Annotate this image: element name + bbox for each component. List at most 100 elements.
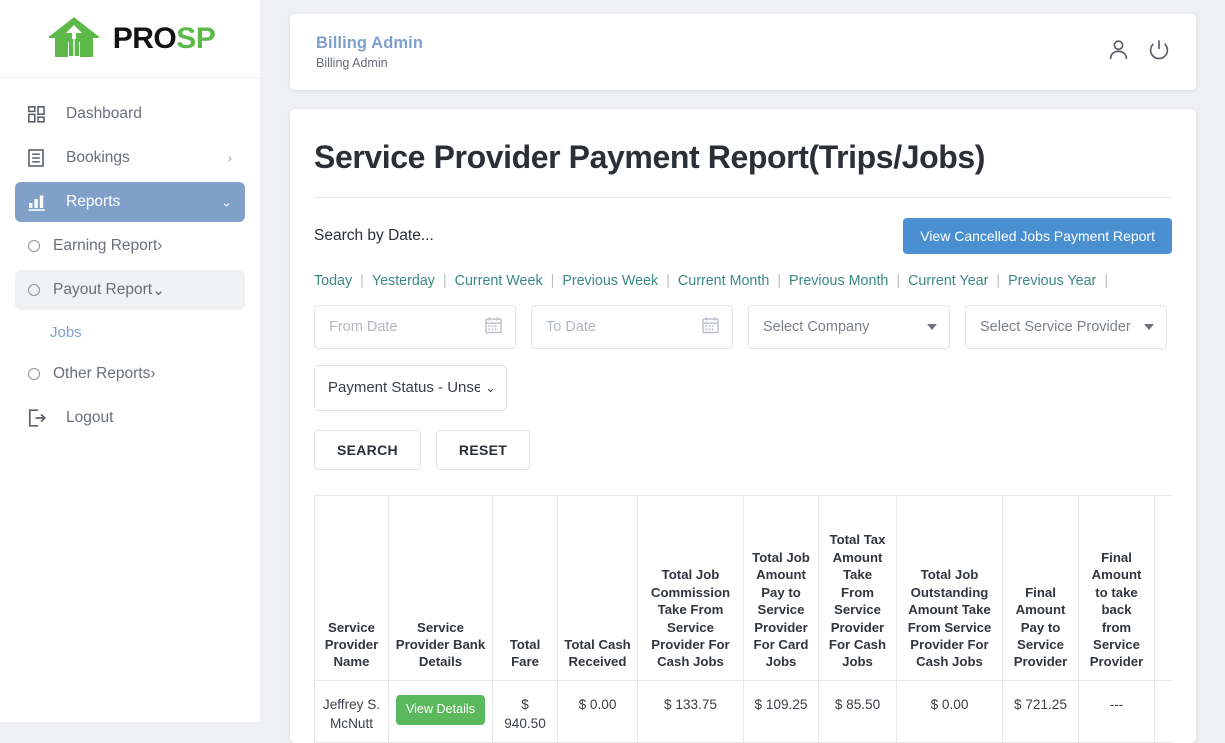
calendar-icon[interactable] — [702, 316, 719, 337]
search-button[interactable]: SEARCH — [314, 430, 421, 470]
chevron-down-icon: ⌄ — [152, 281, 165, 300]
chevron-right-icon: › — [228, 152, 232, 165]
date-tab-separator: | — [896, 273, 900, 289]
sidebar-nav: Dashboard Bookings › — [0, 78, 260, 438]
sidebar-subitem-label: Other Reports — [53, 365, 150, 383]
sidebar-item-dashboard[interactable]: Dashboard — [15, 94, 245, 134]
payment-status-value: Payment Status - Unsettled — [328, 379, 480, 396]
date-tab-current-year[interactable]: Current Year — [908, 273, 988, 289]
th-total-tax-amount-cash[interactable]: Total Tax Amount Take From Service Provi… — [819, 495, 897, 680]
chevron-right-icon: › — [157, 237, 162, 255]
cell-provider-name: Jeffrey S. McNutt — [315, 680, 389, 743]
cell-payment-status: Unsettled [ Do Settlement ] — [1155, 680, 1173, 743]
main-area: Billing Admin Billing Admin Service Prov… — [260, 0, 1225, 722]
cell-final-take-back: --- — [1079, 680, 1155, 743]
chevron-down-icon: ⌄ — [221, 196, 232, 209]
from-date-field[interactable]: From Date — [314, 305, 516, 349]
date-tab-current-month[interactable]: Current Month — [678, 273, 769, 289]
payment-status-dropdown[interactable]: Payment Status - Unsettled ⌄ — [314, 365, 507, 411]
from-date-placeholder: From Date — [329, 319, 398, 335]
date-tab-previous-year[interactable]: Previous Year — [1008, 273, 1096, 289]
date-tab-separator: | — [777, 273, 781, 289]
th-service-provider-payment-status[interactable]: Service Provider Payment Status — [1155, 495, 1173, 680]
logo-text-sp: SP — [176, 22, 215, 55]
grid-icon — [28, 104, 52, 124]
date-tab-separator: | — [551, 273, 555, 289]
sidebar-item-earning-report[interactable]: Earning Report › — [15, 226, 245, 266]
table-header-row: Service Provider Name Service Provider B… — [315, 495, 1173, 680]
th-service-provider-name[interactable]: Service Provider Name — [315, 495, 389, 680]
date-tab-yesterday[interactable]: Yesterday — [372, 273, 435, 289]
page-title: Service Provider Payment Report(Trips/Jo… — [314, 139, 1172, 198]
action-buttons: SEARCH RESET — [314, 430, 1172, 470]
select-company-dropdown[interactable]: Select Company — [748, 305, 950, 349]
sidebar-item-other-reports[interactable]: Other Reports › — [15, 354, 245, 394]
circle-icon — [28, 368, 40, 380]
cell-commission-cash-jobs: $ 133.75 — [638, 680, 744, 743]
date-tab-current-week[interactable]: Current Week — [455, 273, 543, 289]
date-tab-separator: | — [1104, 273, 1108, 289]
th-service-provider-bank-details[interactable]: Service Provider Bank Details — [389, 495, 493, 680]
sidebar-item-logout[interactable]: Logout — [15, 398, 245, 438]
filters-row: From Date — [314, 305, 1172, 349]
chevron-right-icon: › — [150, 365, 155, 383]
circle-icon — [28, 284, 40, 296]
sidebar-logo[interactable]: PROSP — [0, 0, 260, 78]
document-icon — [28, 148, 52, 168]
th-total-job-commission-cash[interactable]: Total Job Commission Take From Service P… — [638, 495, 744, 680]
sidebar-item-bookings[interactable]: Bookings › — [15, 138, 245, 178]
date-tab-separator: | — [666, 273, 670, 289]
sidebar-item-reports[interactable]: Reports ⌄ — [15, 182, 245, 222]
cell-final-pay: $ 721.25 — [1003, 680, 1079, 743]
sidebar-item-label: Bookings — [66, 149, 130, 167]
do-settlement-link[interactable]: [ Do Settlement ] — [1161, 714, 1172, 733]
sidebar-leaf-label: Jobs — [50, 324, 82, 341]
view-cancelled-jobs-payment-report-button[interactable]: View Cancelled Jobs Payment Report — [903, 218, 1172, 254]
th-final-amount-take-back[interactable]: Final Amount to take back from Service P… — [1079, 495, 1155, 680]
select-service-provider-dropdown[interactable]: Select Service Provider — [965, 305, 1167, 349]
topbar-subtitle: Billing Admin — [316, 56, 1108, 70]
th-final-amount-pay[interactable]: Final Amount Pay to Service Provider — [1003, 495, 1079, 680]
topbar: Billing Admin Billing Admin — [290, 14, 1196, 90]
sidebar: PROSP Dashboard — [0, 0, 260, 722]
sidebar-subitem-label: Earning Report — [53, 237, 157, 255]
to-date-placeholder: To Date — [546, 319, 596, 335]
filters-row-2: Payment Status - Unsettled ⌄ — [314, 365, 1172, 411]
th-total-cash-received[interactable]: Total Cash Received — [558, 495, 638, 680]
th-total-job-outstanding-cash[interactable]: Total Job Outstanding Amount Take From S… — [897, 495, 1003, 680]
view-details-button[interactable]: View Details — [396, 695, 485, 725]
report-table-container[interactable]: Service Provider Name Service Provider B… — [314, 495, 1172, 743]
chevron-down-icon: ⌄ — [485, 380, 496, 396]
cell-total-cash-received: $ 0.00 — [558, 680, 638, 743]
date-tab-separator: | — [443, 273, 447, 289]
sidebar-item-jobs[interactable]: Jobs — [0, 314, 260, 350]
th-total-job-amount-card[interactable]: Total Job Amount Pay to Service Provider… — [744, 495, 819, 680]
sidebar-item-payout-report[interactable]: Payout Report ⌄ — [15, 270, 245, 310]
reset-button[interactable]: RESET — [436, 430, 530, 470]
house-icon — [45, 12, 103, 65]
sidebar-item-label: Dashboard — [66, 105, 142, 123]
sidebar-subitem-label: Payout Report — [53, 281, 152, 299]
cell-total-fare: $ 940.50 — [493, 680, 558, 743]
th-total-fare[interactable]: Total Fare — [493, 495, 558, 680]
to-date-field[interactable]: To Date — [531, 305, 733, 349]
calendar-icon[interactable] — [485, 316, 502, 337]
date-tab-previous-week[interactable]: Previous Week — [562, 273, 658, 289]
cell-tax-cash-jobs: $ 85.50 — [819, 680, 897, 743]
cell-amount-card-jobs: $ 109.25 — [744, 680, 819, 743]
sidebar-item-label: Logout — [66, 409, 113, 427]
date-tab-today[interactable]: Today — [314, 273, 352, 289]
date-tab-separator: | — [360, 273, 364, 289]
date-tab-previous-month[interactable]: Previous Month — [789, 273, 888, 289]
sidebar-item-label: Reports — [66, 193, 120, 211]
select-company-value: Select Company — [763, 319, 869, 335]
report-card: Service Provider Payment Report(Trips/Jo… — [290, 109, 1196, 743]
chevron-down-icon — [927, 324, 937, 330]
user-icon[interactable] — [1108, 39, 1129, 66]
circle-icon — [28, 240, 40, 252]
bar-chart-icon — [28, 192, 52, 212]
date-range-tabs: Today | Yesterday | Current Week | Previ… — [314, 273, 1172, 289]
search-row: Search by Date... View Cancelled Jobs Pa… — [314, 218, 1172, 254]
search-by-date-label: Search by Date... — [314, 227, 434, 245]
power-icon[interactable] — [1148, 39, 1170, 66]
